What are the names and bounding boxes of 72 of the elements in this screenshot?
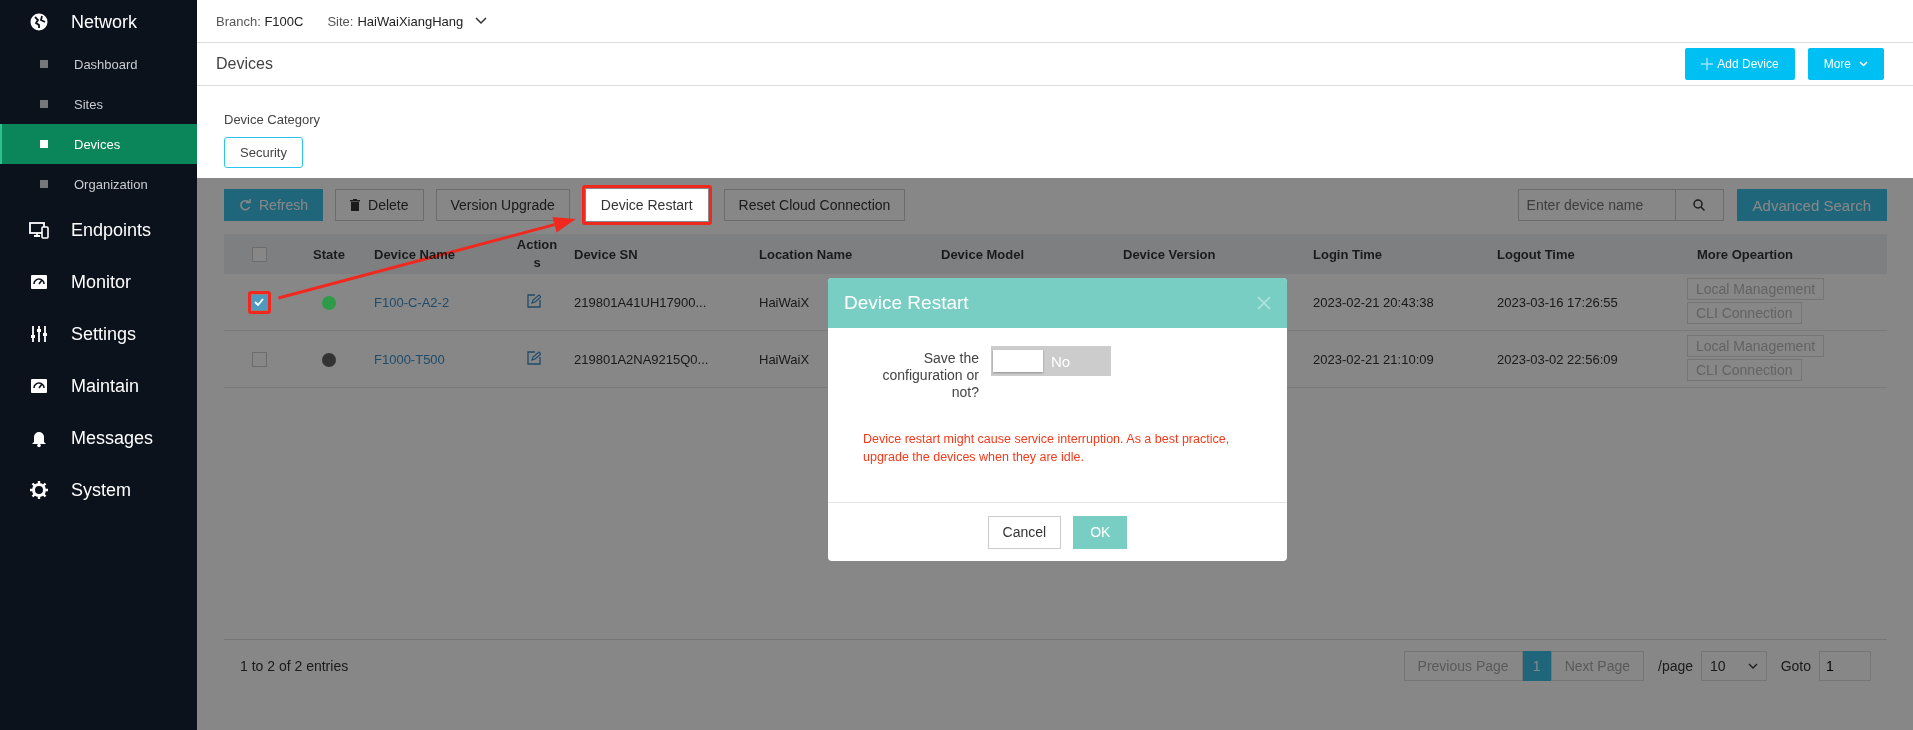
gauge-icon — [29, 272, 49, 292]
site-selector[interactable]: Site: HaiWaiXiangHang — [327, 13, 488, 29]
table-cell: 2023-03-02 22:56:09 — [1497, 351, 1618, 367]
close-icon — [1257, 296, 1271, 310]
nav-section[interactable]: Messages — [0, 412, 197, 464]
select-all-checkbox[interactable] — [251, 247, 267, 263]
table-cell: HaiWaiX — [759, 351, 810, 367]
column-header: Actions — [515, 236, 559, 272]
cancel-button[interactable]: Cancel — [987, 515, 1062, 549]
warning-text: Device restart might cause service interruption. As a best practice, upgrade the devices when they are idle. — [863, 431, 1231, 467]
chevron-down-icon — [475, 17, 488, 25]
category-label: Device Category — [224, 112, 322, 127]
device-name-link[interactable]: F1000-T500 — [374, 351, 445, 367]
monitor-phone-icon — [29, 220, 49, 240]
nav-section[interactable]: Endpoints — [0, 204, 197, 256]
nav-item[interactable]: Devices — [0, 124, 197, 164]
sliders-icon — [29, 324, 49, 344]
checkmark-icon — [254, 298, 264, 306]
chevron-down-icon — [1747, 663, 1758, 669]
nav-item[interactable]: Sites — [0, 84, 197, 124]
square-icon — [40, 180, 48, 188]
toolbar-button[interactable]: Version Upgrade — [435, 189, 570, 221]
page-title: Devices — [216, 55, 273, 73]
chevron-down-icon — [1859, 61, 1868, 67]
column-header: Device Version — [1123, 246, 1216, 262]
edit-icon — [527, 293, 541, 308]
settings-icon — [29, 480, 49, 500]
field-label: Save the configuration or not? — [881, 349, 979, 401]
refresh-icon — [239, 199, 251, 211]
nav-item[interactable]: Organization — [0, 164, 197, 204]
gauge-icon — [29, 376, 49, 396]
dialog-title: Device Restart — [844, 292, 969, 314]
device-name-link[interactable]: F100-C-A2-2 — [374, 294, 450, 310]
toolbar-button[interactable]: Device Restart — [585, 189, 708, 221]
square-icon — [40, 100, 48, 108]
nav-section[interactable]: Monitor — [0, 256, 197, 308]
table-cell: 219801A2NA9215Q0... — [574, 351, 709, 367]
edit-icon — [527, 350, 541, 365]
column-header: Login Time — [1313, 246, 1383, 262]
per-page-label: /page — [1658, 658, 1694, 674]
row-checkbox[interactable] — [251, 352, 267, 368]
plus-icon — [1701, 58, 1714, 70]
globe-icon — [29, 12, 49, 32]
page-size-select[interactable]: 10 — [1701, 651, 1767, 681]
entries-summary: 1 to 2 of 2 entries — [240, 658, 349, 674]
trash-icon — [350, 199, 361, 211]
column-header: More Opeartion — [1697, 246, 1794, 262]
square-icon — [40, 140, 48, 148]
table-cell: 219801A41UH17900... — [574, 294, 707, 310]
nav-section[interactable]: Network — [0, 0, 197, 44]
goto-label: Goto — [1780, 658, 1811, 674]
table-cell: HaiWaiX — [759, 294, 810, 310]
branch-label: Branch: F100C — [216, 13, 304, 29]
column-header: Location Name — [759, 246, 853, 262]
column-header: Logout Time — [1497, 246, 1575, 262]
column-header: State — [313, 246, 345, 262]
table-cell: 2023-03-16 17:26:55 — [1497, 294, 1618, 310]
category-tab[interactable]: Security — [224, 137, 303, 168]
nav-section[interactable]: Maintain — [0, 360, 197, 412]
column-header: Device Model — [941, 246, 1025, 262]
table-cell: 2023-02-21 21:10:09 — [1313, 351, 1434, 367]
toolbar-button[interactable]: Reset Cloud Connection — [723, 189, 906, 221]
nav-section[interactable]: Settings — [0, 308, 197, 360]
table-cell: 2023-02-21 20:43:38 — [1313, 294, 1434, 310]
square-icon — [40, 60, 48, 68]
nav-section[interactable]: System — [0, 464, 197, 516]
goto-field[interactable]: 1 — [1819, 651, 1871, 681]
column-header: Device SN — [574, 246, 638, 262]
delete-button[interactable]: Delete — [335, 189, 424, 221]
search-icon — [1693, 199, 1706, 211]
nav-item[interactable]: Dashboard — [0, 44, 197, 84]
search-field[interactable]: Enter device name — [1517, 189, 1724, 221]
